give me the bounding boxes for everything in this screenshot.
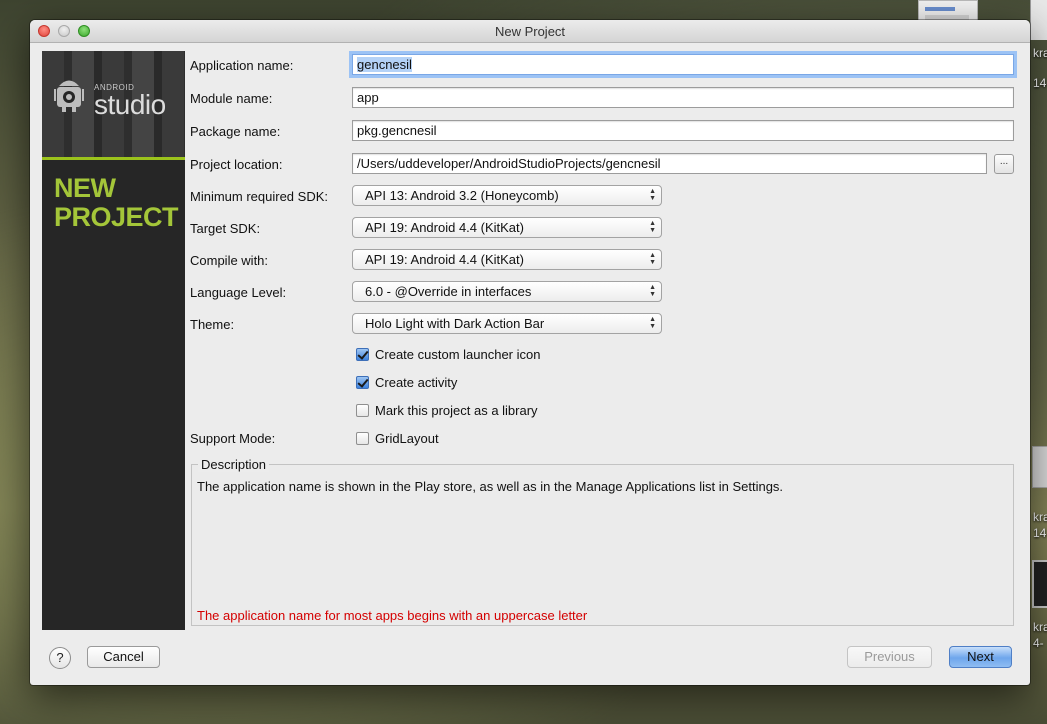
module-name-label: Module name: [190,91,273,106]
stepper-arrows-icon: ▲ ▼ [649,252,656,266]
brand-banner: ANDROID studio [42,51,185,157]
desktop-label: kra [1033,620,1047,634]
theme-label: Theme: [190,317,235,332]
compile-with-select[interactable]: API 19: Android 4.4 (KitKat) ▲ ▼ [352,249,662,270]
desktop-file-icon[interactable] [1030,0,1047,40]
application-name-value: gencnesil [357,57,412,72]
brand-logo-text: studio [94,89,166,120]
checkbox-checked-icon [356,348,369,361]
mark-library-checkbox[interactable]: Mark this project as a library [356,403,538,418]
package-name-label: Package name: [190,124,281,139]
min-sdk-value: API 13: Android 3.2 (Honeycomb) [365,188,559,203]
target-sdk-select[interactable]: API 19: Android 4.4 (KitKat) ▲ ▼ [352,217,662,238]
cancel-button[interactable]: Cancel [87,646,160,668]
stepper-arrows-icon: ▲ ▼ [649,316,656,330]
stepper-arrows-icon: ▲ ▼ [649,188,656,202]
target-sdk-value: API 19: Android 4.4 (KitKat) [365,220,524,235]
desktop-label: 14- [1033,526,1047,540]
compile-with-value: API 19: Android 4.4 (KitKat) [365,252,524,267]
theme-value: Holo Light with Dark Action Bar [365,316,545,331]
brand-accent-bar [42,157,185,160]
brand-heading-line: NEW [54,173,116,203]
theme-select[interactable]: Holo Light with Dark Action Bar ▲ ▼ [352,313,662,334]
new-project-dialog: New Project ANDROID studio NEW PROJECT A… [30,20,1030,685]
browse-location-button[interactable]: ... [994,154,1014,174]
support-mode-label: Support Mode: [190,431,276,446]
next-button[interactable]: Next [949,646,1012,668]
validation-error-text: The application name for most apps begin… [197,608,588,623]
checkbox-label: Create activity [375,375,458,390]
brand-heading: NEW PROJECT [54,174,185,232]
previous-button[interactable]: Previous [847,646,932,668]
desktop-label: kra [1033,46,1047,60]
checkbox-unchecked-icon [356,432,369,445]
min-sdk-label: Minimum required SDK: [190,189,328,204]
desktop-image-icon[interactable] [1032,560,1047,608]
stepper-arrows-icon: ▲ ▼ [649,220,656,234]
title-bar[interactable]: New Project [30,20,1030,43]
checkbox-label: Create custom launcher icon [375,347,541,362]
window-title: New Project [494,24,566,39]
package-name-input[interactable]: pkg.gencnesil [352,120,1014,141]
checkbox-unchecked-icon [356,404,369,417]
application-name-input[interactable]: gencnesil [352,54,1014,75]
android-robot-icon [54,80,84,112]
gridlayout-checkbox[interactable]: GridLayout [356,431,439,446]
create-activity-checkbox[interactable]: Create activity [356,375,457,390]
brand-heading-line: PROJECT [54,202,179,232]
checkbox-label: Mark this project as a library [375,403,538,418]
help-button[interactable]: ? [49,647,71,669]
language-level-value: 6.0 - @Override in interfaces [365,284,532,299]
compile-with-label: Compile with: [190,253,269,268]
application-name-label: Application name: [190,58,294,73]
language-level-select[interactable]: 6.0 - @Override in interfaces ▲ ▼ [352,281,662,302]
checkbox-checked-icon [356,376,369,389]
description-text: The application name is shown in the Pla… [197,479,784,494]
create-launcher-icon-checkbox[interactable]: Create custom launcher icon [356,347,540,362]
desktop-label: kra [1033,510,1047,524]
checkbox-label: GridLayout [375,431,439,446]
brand-panel: ANDROID studio NEW PROJECT [42,51,185,630]
min-sdk-select[interactable]: API 13: Android 3.2 (Honeycomb) ▲ ▼ [352,185,662,206]
target-sdk-label: Target SDK: [190,221,261,236]
desktop-label: 14- [1033,76,1047,90]
stepper-arrows-icon: ▲ ▼ [649,284,656,298]
desktop-file-icon[interactable] [1032,446,1047,488]
project-location-input[interactable]: /Users/uddeveloper/AndroidStudioProjects… [352,153,987,174]
language-level-label: Language Level: [190,285,287,300]
project-location-label: Project location: [190,157,283,172]
description-title: Description [198,457,270,472]
module-name-input[interactable]: app [352,87,1014,108]
desktop-label: 4- [1033,636,1044,650]
description-panel: Description The application name is show… [191,457,1014,626]
